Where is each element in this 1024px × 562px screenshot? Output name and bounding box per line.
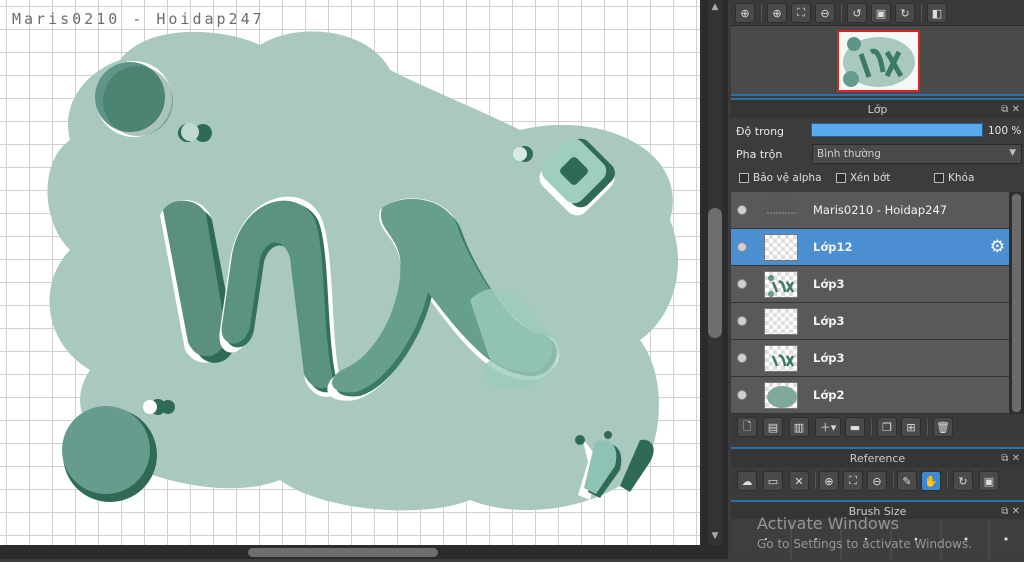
close-icon[interactable]: ✕	[789, 471, 809, 491]
layer-row[interactable]: Maris0210 - Hoidap247	[731, 192, 1009, 229]
fit-screen-icon[interactable]: ⛶	[843, 471, 863, 491]
flip-horizontal-icon[interactable]: ◧	[927, 3, 947, 23]
new-raster-layer-icon[interactable]: ▤	[763, 417, 783, 437]
fit-screen-icon[interactable]: ⛶	[791, 3, 811, 23]
layer-name: Lớp12	[813, 240, 853, 254]
opacity-slider[interactable]	[811, 123, 983, 137]
folder-icon[interactable]: ▬	[845, 417, 865, 437]
layer-thumbnail	[764, 234, 798, 261]
zoom-out-icon[interactable]: ⊖	[815, 3, 835, 23]
duplicate-layer-icon[interactable]: ❐	[877, 417, 897, 437]
layer-row[interactable]: Lớp3	[731, 340, 1009, 377]
layer-toolbar: 🗋 ▤ ▥ ＋▾ ▬ ❐ ⊞ 🗑	[731, 414, 1024, 442]
visibility-eye-icon[interactable]	[737, 316, 747, 326]
scroll-down-arrow-icon[interactable]: ▼	[709, 531, 721, 543]
layer-list: Maris0210 - Hoidap247 Lớp12 ⚙ Lớp3 Lớp3 …	[731, 192, 1009, 414]
panel-window-icons[interactable]: ⧉ ✕	[1001, 100, 1020, 120]
zoom-in-icon[interactable]: ⊕	[735, 3, 755, 23]
blend-mode-label: Pha trộn	[736, 148, 783, 161]
visibility-eye-icon[interactable]	[737, 353, 747, 363]
scroll-thumb[interactable]	[248, 548, 438, 557]
layer-name: Lớp3	[813, 314, 845, 328]
reference-toolbar: ☁ ▭ ✕ ⊕ ⛶ ⊖ ✎ ✋ ↻ ▣	[731, 467, 1024, 495]
visibility-eye-icon[interactable]	[737, 390, 747, 400]
visibility-eye-icon[interactable]	[737, 242, 747, 252]
rotate-right-icon[interactable]: ↻	[895, 3, 915, 23]
activate-windows-subtext: Go to Settings to activate Windows.	[757, 537, 972, 551]
lock-label: Khóa	[948, 172, 975, 184]
open-folder-icon[interactable]: ▭	[763, 471, 783, 491]
layer-name: Lớp2	[813, 388, 845, 402]
merge-layer-icon[interactable]: ⊞	[901, 417, 921, 437]
reference-panel-title: Reference	[849, 452, 906, 465]
canvas-vertical-scrollbar[interactable]: ▲ ▼	[700, 0, 728, 545]
protect-alpha-checkbox[interactable]: Bảo vệ alpha	[739, 172, 822, 184]
checkbox-box[interactable]	[836, 173, 846, 183]
zoom-out-icon[interactable]: ⊖	[867, 471, 887, 491]
lock-checkbox[interactable]: Khóa	[934, 172, 974, 184]
layer-thumbnail	[764, 271, 798, 298]
layer-panel-title: Lớp	[867, 103, 888, 116]
panel-window-icons[interactable]: ⧉ ✕	[1001, 449, 1020, 469]
scroll-thumb[interactable]	[708, 208, 722, 338]
visibility-eye-icon[interactable]	[737, 279, 747, 289]
blend-mode-select[interactable]: Bình thường ▼	[812, 144, 1022, 164]
reference-panel-header[interactable]: Reference ⧉ ✕	[731, 447, 1024, 467]
layer-name: Lớp3	[813, 277, 845, 291]
chevron-down-icon: ▼	[1009, 148, 1016, 158]
rotate-icon[interactable]: ↻	[953, 471, 973, 491]
new-layer-icon[interactable]: 🗋	[737, 417, 757, 437]
hand-tool-icon[interactable]: ✋	[921, 471, 941, 491]
navigator-preview[interactable]	[731, 26, 1024, 96]
layer-thumbnail	[764, 197, 798, 224]
new-vector-layer-icon[interactable]: ▥	[789, 417, 809, 437]
trash-icon[interactable]: 🗑	[933, 417, 953, 437]
reset-rotation-icon[interactable]: ▣	[871, 3, 891, 23]
protect-alpha-label: Bảo vệ alpha	[753, 172, 822, 184]
layer-row[interactable]: Lớp12 ⚙	[731, 229, 1009, 266]
scroll-thumb[interactable]	[1012, 194, 1021, 412]
opacity-label: Độ trong	[736, 125, 785, 138]
artwork	[47, 31, 679, 511]
drawing-canvas[interactable]: Maris0210 - Hoidap247	[0, 0, 700, 545]
layer-row[interactable]: Lớp3	[731, 266, 1009, 303]
clipping-label: Xén bớt	[850, 172, 891, 184]
layer-list-scrollbar[interactable]	[1009, 192, 1024, 414]
layer-panel-header[interactable]: Lớp ⧉ ✕	[731, 98, 1024, 118]
blend-mode-value: Bình thường	[817, 148, 881, 160]
canvas-horizontal-scrollbar[interactable]	[0, 545, 728, 559]
activate-windows-watermark: Activate Windows	[757, 514, 900, 533]
checkbox-box[interactable]	[934, 173, 944, 183]
zoom-in-icon[interactable]: ⊕	[819, 471, 839, 491]
add-layer-dropdown-icon[interactable]: ＋▾	[815, 417, 841, 437]
cloud-icon[interactable]: ☁	[737, 471, 757, 491]
layer-thumbnail	[764, 308, 798, 335]
visibility-eye-icon[interactable]	[737, 205, 747, 215]
rotate-left-icon[interactable]: ↺	[847, 3, 867, 23]
opacity-value: 100 %	[988, 125, 1022, 137]
reset-view-icon[interactable]: ▣	[979, 471, 999, 491]
layer-row[interactable]: Lớp2	[731, 377, 1009, 414]
layer-name: Maris0210 - Hoidap247	[813, 203, 948, 217]
eyedropper-icon[interactable]: ✎	[897, 471, 917, 491]
navigator-thumbnail[interactable]	[837, 30, 920, 92]
canvas-title-text: Maris0210 - Hoidap247	[12, 10, 265, 28]
clipping-checkbox[interactable]: Xén bớt	[836, 172, 890, 184]
scroll-up-arrow-icon[interactable]: ▲	[709, 2, 721, 14]
checkbox-box[interactable]	[739, 173, 749, 183]
navigator-toolbar: ⊕ ⊕ ⛶ ⊖ ↺ ▣ ↻ ◧	[731, 0, 1024, 26]
layer-name: Lớp3	[813, 351, 845, 365]
gear-icon[interactable]: ⚙	[990, 237, 1005, 257]
zoom-in-icon[interactable]: ⊕	[767, 3, 787, 23]
layer-row[interactable]: Lớp3	[731, 303, 1009, 340]
layer-thumbnail	[764, 345, 798, 372]
layer-thumbnail	[764, 382, 798, 409]
